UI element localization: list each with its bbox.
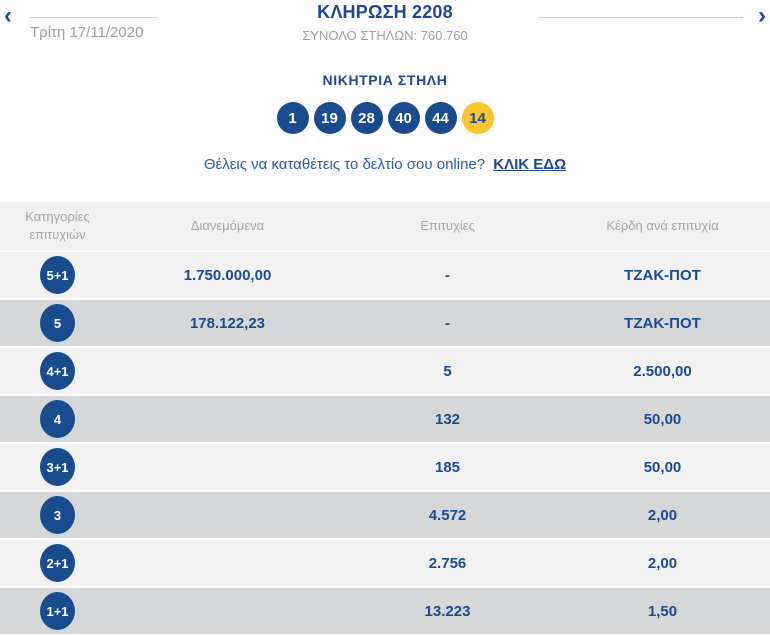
online-prompt: Θέλεις να καταθέτεις το δελτίο σου onlin… [0,156,770,173]
cell-distributed: 1.750.000,00 [183,266,272,284]
column-header-category: Κατηγορίες επιτυχιών [25,209,90,242]
cell-prize: 2,00 [647,554,678,572]
winning-number-ball: 28 [350,102,383,134]
winning-number-ball: 19 [313,102,346,134]
category-badge: 1+1 [40,592,75,630]
table-header-row: Κατηγορίες επιτυχιών Διανεμόμενα Επιτυχί… [0,202,770,250]
category-badge: 5 [40,304,75,342]
cell-prize: 50,00 [643,458,682,476]
cell-prize: 2,00 [647,506,678,524]
cell-winners: 5 [443,362,452,380]
cell-prize: 2.500,00 [633,362,692,380]
total-columns-label: ΣΥΝΟΛΟ ΣΤΗΛΩΝ: 760.760 [302,28,468,43]
online-prompt-text: Θέλεις να καταθέτεις το δελτίο σου onlin… [203,156,486,173]
cell-winners: 13.223 [424,602,471,620]
winning-column-title: ΝΙΚΗΤΡΙΑ ΣΤΗΛΗ [322,72,448,88]
draw-title: ΚΛΗΡΩΣΗ 2208 [317,2,453,22]
table-row: 5+1 1.750.000,00 - ΤΖΑΚ-ΠΟΤ [0,252,770,298]
category-badge: 4 [40,400,75,438]
cell-winners: 4.572 [428,506,467,524]
winning-column-section: ΝΙΚΗΤΡΙΑ ΣΤΗΛΗ 1 19 28 40 44 14 Θέλεις να κατ… [0,52,770,173]
table-row: 1+1 13.223 1,50 [0,588,770,634]
results-table-body: 5+1 1.750.000,00 - ΤΖΑΚ-ΠΟΤ 5 178.122,23… [0,252,770,634]
cell-prize: ΤΖΑΚ-ΠΟΤ [624,314,701,332]
table-row: 2+1 2.756 2,00 [0,540,770,586]
category-badge: 3+1 [40,448,75,486]
next-draw-button[interactable]: › [758,4,766,28]
table-row: 5 178.122,23 - ΤΖΑΚ-ΠΟΤ [0,300,770,346]
winning-number-ball: 1 [276,102,309,134]
category-badge: 5+1 [40,256,75,294]
cell-prize: ΤΖΑΚ-ΠΟΤ [624,266,701,284]
column-header-distributed: Διανεμόμενα [190,218,265,234]
category-badge: 4+1 [40,352,75,390]
cell-winners: - [445,266,450,284]
cell-winners: 2.756 [428,554,467,572]
table-row: 4 132 50,00 [0,396,770,442]
category-badge: 2+1 [40,544,75,582]
winning-number-ball: 44 [424,102,457,134]
table-row: 3+1 185 50,00 [0,444,770,490]
results-table: Κατηγορίες επιτυχιών Διανεμόμενα Επιτυχί… [0,202,770,636]
table-row: 4+1 5 2.500,00 [0,348,770,394]
lottery-results-page: ‹ Τρίτη 17/11/2020 ΚΛΗΡΩΣΗ 2208 ΣΥΝΟΛΟ Σ… [0,0,770,635]
draw-header: ‹ Τρίτη 17/11/2020 ΚΛΗΡΩΣΗ 2208 ΣΥΝΟΛΟ Σ… [0,0,770,52]
winning-number-ball: 40 [387,102,420,134]
cell-winners: 132 [434,410,461,428]
column-header-winners: Επιτυχίες [420,218,475,234]
category-badge: 3 [40,496,75,534]
click-here-link[interactable]: ΚΛΙΚ ΕΔΩ [493,156,566,173]
winning-number-joker: 14 [461,102,494,134]
column-header-prize: Κέρδη ανά επιτυχία [606,218,719,234]
cell-prize: 1,50 [647,602,678,620]
table-row: 3 4.572 2,00 [0,492,770,538]
winning-numbers: 1 19 28 40 44 14 [0,102,770,134]
cell-winners: - [445,314,450,332]
header-divider-right [538,17,743,18]
cell-winners: 185 [434,458,461,476]
cell-distributed: 178.122,23 [189,314,266,332]
cell-prize: 50,00 [643,410,682,428]
